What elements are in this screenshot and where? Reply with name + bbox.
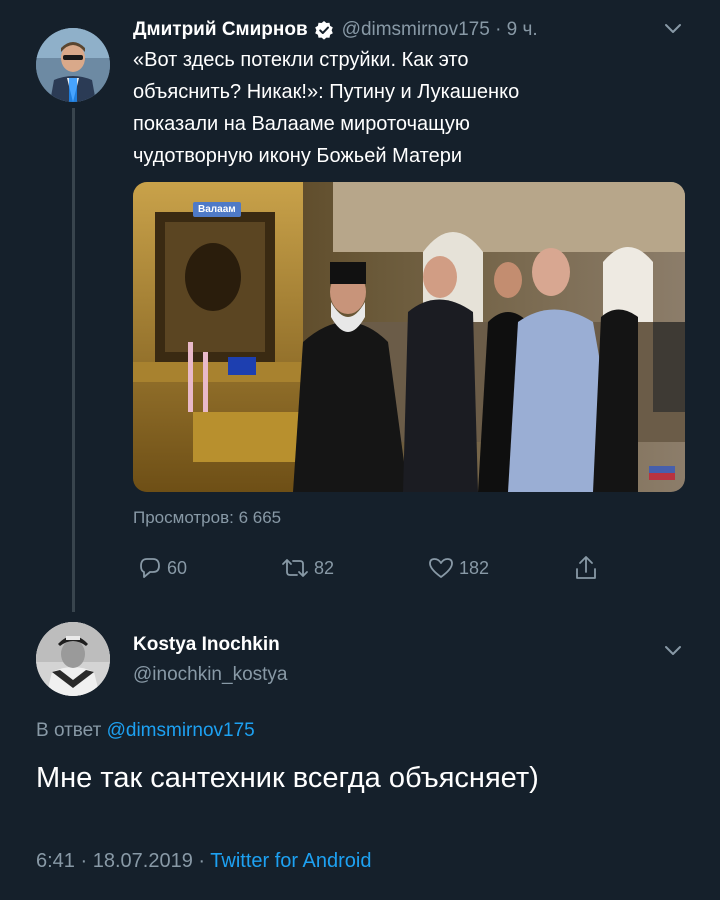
reply-time[interactable]: 6:41 xyxy=(36,850,75,872)
chevron-down-icon[interactable] xyxy=(664,644,682,656)
author-name[interactable]: Дмитрий Смирнов xyxy=(133,19,308,41)
heart-icon xyxy=(427,555,455,581)
tweet-text-line: «Вот здесь потекли струйки. Как это xyxy=(133,49,469,71)
tweet-video[interactable]: Валаам xyxy=(133,182,685,492)
reply-timestamp: 6:41 · 18.07.2019 · Twitter for Android xyxy=(36,850,371,873)
reply-button[interactable]: 60 xyxy=(133,552,187,584)
reply-date[interactable]: 18.07.2019 xyxy=(93,850,193,872)
reply-mention-link[interactable]: @dimsmirnov175 xyxy=(107,720,255,741)
tweet-text-line: объяснить? Никак!»: Путину и Лукашенко xyxy=(133,81,520,103)
verified-badge-icon xyxy=(314,20,334,40)
video-frame xyxy=(133,182,685,492)
view-count: Просмотров: 6 665 xyxy=(133,508,282,527)
share-button[interactable] xyxy=(569,552,599,584)
like-button[interactable]: 182 xyxy=(423,552,489,584)
client-link[interactable]: Twitter for Android xyxy=(210,850,371,872)
reply-author-handle[interactable]: @inochkin_kostya xyxy=(133,664,287,686)
chevron-down-icon[interactable] xyxy=(664,22,682,34)
retweet-count: 82 xyxy=(314,557,335,578)
video-location-badge: Валаам xyxy=(193,202,241,217)
like-count: 182 xyxy=(459,557,490,578)
reply-context: В ответ @dimsmirnov175 xyxy=(36,720,255,742)
tweet-time[interactable]: 9 ч. xyxy=(507,19,538,40)
handle-text[interactable]: @dimsmirnov175 xyxy=(342,19,490,40)
author-avatar[interactable] xyxy=(36,28,110,102)
reply-author-avatar[interactable] xyxy=(36,622,110,696)
reply-author-name[interactable]: Kostya Inochkin xyxy=(133,634,280,656)
header-separator: · xyxy=(495,19,502,40)
tweet-actions: 60 82 182 xyxy=(133,552,603,584)
meta-separator: · xyxy=(80,850,88,872)
reply-prefix: В ответ xyxy=(36,720,102,741)
author-handle[interactable]: @dimsmirnov175 · 9 ч. xyxy=(342,19,538,41)
tweet-header: Дмитрий Смирнов @dimsmirnov175 · 9 ч. xyxy=(133,14,693,46)
retweet-icon xyxy=(280,555,310,581)
retweet-button[interactable]: 82 xyxy=(276,552,334,584)
tweet-text-line: показали на Валааме мироточащую xyxy=(133,113,470,135)
tweet-text: «Вот здесь потекли струйки. Как это объя… xyxy=(133,44,673,172)
reply-tweet-text: Мне так сантехник всегда объясняет) xyxy=(36,762,539,794)
reply-count: 60 xyxy=(167,557,188,578)
tweet-text-line: чудотворную икону Божьей Матери xyxy=(133,145,462,167)
thread-connector-line xyxy=(72,108,75,612)
meta-separator: · xyxy=(198,850,206,872)
share-icon xyxy=(573,554,599,582)
reply-icon xyxy=(137,555,163,581)
